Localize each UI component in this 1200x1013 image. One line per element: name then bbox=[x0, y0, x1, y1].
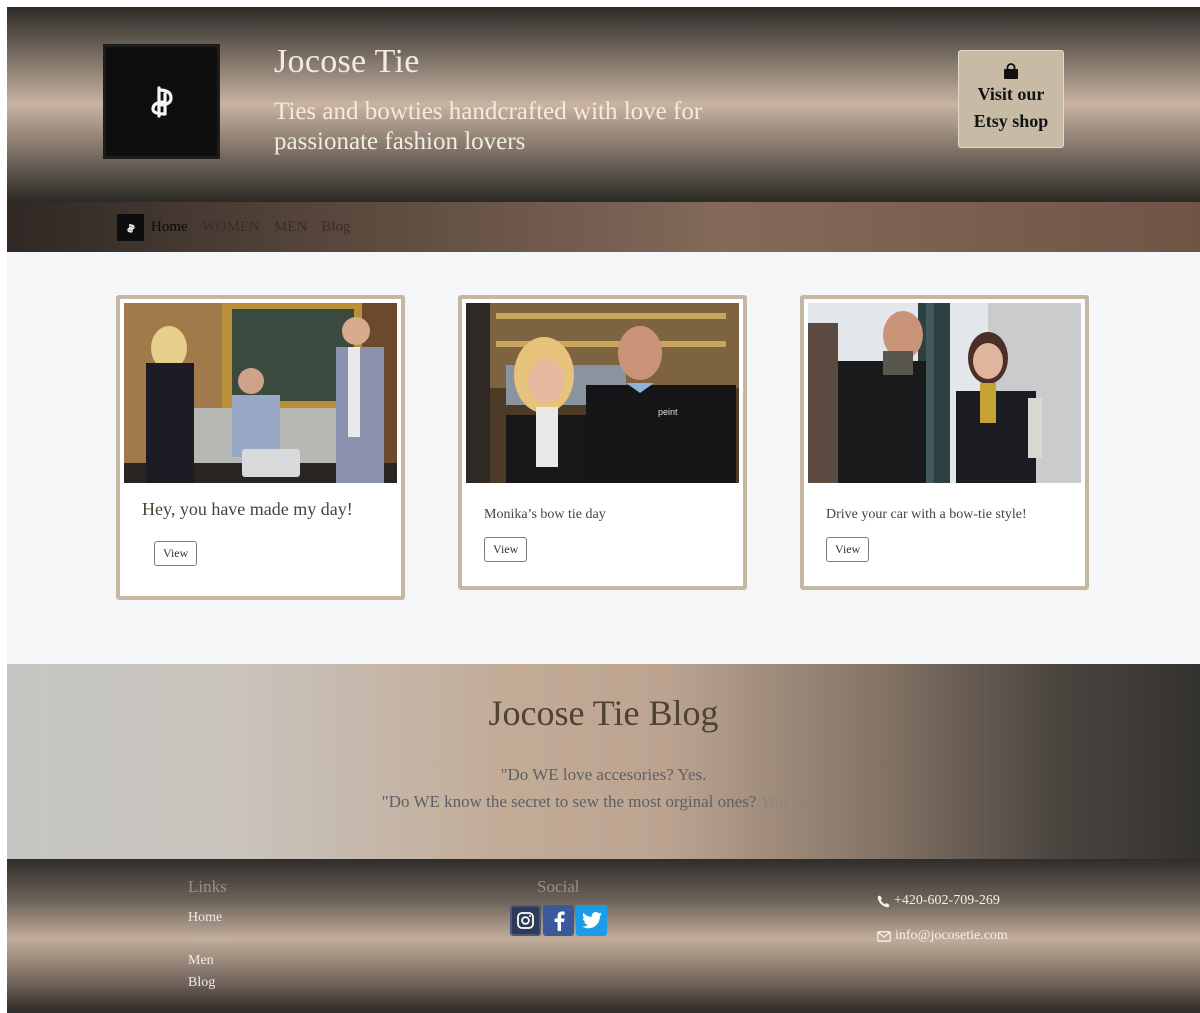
logo-mark-icon bbox=[150, 85, 173, 118]
blog-quote-line2-main: "Do WE know the secret to sew the most o… bbox=[381, 792, 757, 811]
card-caption: Hey, you have made my day! bbox=[142, 499, 353, 519]
etsy-shop-button[interactable]: Visit our Etsy shop bbox=[958, 50, 1064, 148]
footer-phone[interactable]: +420-602-709-269 bbox=[877, 893, 1000, 909]
view-button[interactable]: View bbox=[154, 541, 198, 566]
nav-item-home[interactable]: Home bbox=[151, 219, 188, 236]
blog-title: Jocose Tie Blog bbox=[488, 693, 719, 733]
card-caption: Monika’s bow tie day bbox=[484, 507, 606, 522]
facebook-glyph-icon bbox=[554, 911, 565, 931]
site-logo[interactable] bbox=[103, 44, 220, 159]
svg-text:peint: peint bbox=[658, 407, 678, 417]
nav-logo[interactable] bbox=[117, 214, 144, 241]
card-photo: peint bbox=[466, 303, 739, 483]
street-couple-photo bbox=[808, 303, 1081, 483]
footer-links: Home Women Men Blog bbox=[188, 907, 231, 993]
social-icons bbox=[510, 905, 607, 936]
twitter-icon[interactable] bbox=[576, 905, 607, 936]
site-title: Jocose Tie bbox=[274, 43, 420, 80]
footer-email-text: info@jocosetie.com bbox=[895, 928, 1008, 943]
view-button[interactable]: View bbox=[484, 537, 528, 562]
nav-links: Home WOMEN MEN Blog bbox=[151, 219, 351, 236]
blog-section: Jocose Tie Blog "Do WE love accesories? … bbox=[7, 664, 1200, 859]
instagram-icon[interactable] bbox=[510, 905, 541, 936]
blog-card: Drive your car with a bow-tie style! Vie… bbox=[800, 295, 1089, 590]
shopping-bag-icon bbox=[1004, 63, 1018, 79]
footer-link-blog[interactable]: Blog bbox=[188, 975, 215, 990]
footer-link-women[interactable]: Women bbox=[188, 932, 231, 947]
bar-couple-photo: peint bbox=[466, 303, 739, 483]
site-footer: Links Home Women Men Blog Social +420-60… bbox=[7, 859, 1200, 1013]
blog-quote-line2-end: You bet!" bbox=[756, 792, 826, 811]
nav-item-men[interactable]: MEN bbox=[274, 219, 307, 236]
etsy-button-line1: Visit our bbox=[977, 84, 1045, 104]
instagram-glyph-icon bbox=[517, 912, 534, 929]
blog-card: Hey, you have made my day! View bbox=[116, 295, 405, 600]
phone-icon bbox=[877, 895, 890, 907]
card-caption: Drive your car with a bow-tie style! bbox=[826, 507, 1027, 522]
facebook-icon[interactable] bbox=[543, 905, 574, 936]
etsy-button-line2: Etsy shop bbox=[973, 111, 1049, 131]
page: Jocose Tie Ties and bowties handcrafted … bbox=[7, 7, 1200, 1013]
card-photo bbox=[808, 303, 1081, 483]
footer-social-heading: Social bbox=[537, 877, 580, 896]
site-header: Jocose Tie Ties and bowties handcrafted … bbox=[7, 7, 1200, 202]
footer-phone-text: +420-602-709-269 bbox=[894, 893, 1000, 908]
envelope-icon bbox=[877, 930, 891, 942]
blog-quote-line2: "Do WE know the secret to sew the most o… bbox=[7, 792, 1200, 812]
view-button[interactable]: View bbox=[826, 537, 870, 562]
blog-card: peint Monika’s bow tie day View bbox=[458, 295, 747, 590]
footer-email[interactable]: info@jocosetie.com bbox=[877, 928, 1008, 944]
logo-mark-icon bbox=[126, 223, 135, 233]
site-tagline: Ties and bowties handcrafted with love f… bbox=[274, 98, 703, 155]
nav-item-blog[interactable]: Blog bbox=[321, 219, 350, 236]
twitter-glyph-icon bbox=[581, 912, 602, 929]
footer-links-heading: Links bbox=[188, 877, 227, 896]
office-meeting-photo bbox=[124, 303, 397, 483]
nav-item-women[interactable]: WOMEN bbox=[202, 219, 260, 236]
footer-link-home[interactable]: Home bbox=[188, 910, 222, 925]
footer-link-men[interactable]: Men bbox=[188, 953, 214, 968]
main-navbar: Home WOMEN MEN Blog bbox=[7, 202, 1200, 252]
card-photo bbox=[124, 303, 397, 483]
blog-quote-line1: "Do WE love accesories? Yes. bbox=[500, 765, 707, 784]
